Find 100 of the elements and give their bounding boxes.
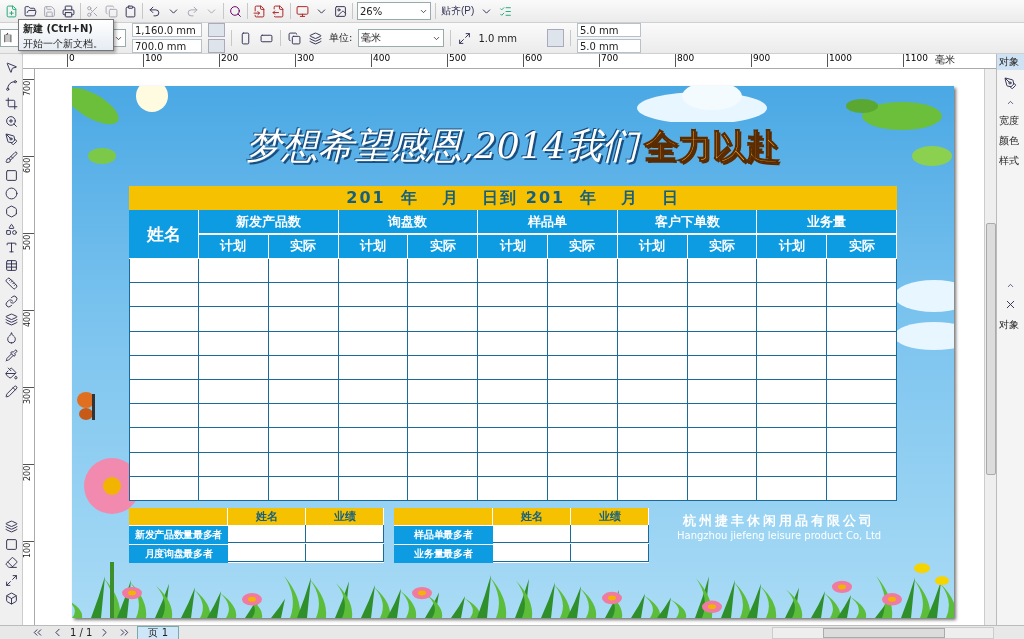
table-cell	[827, 404, 897, 429]
table-cell	[478, 331, 548, 356]
eraser-icon[interactable]	[3, 555, 19, 570]
table-cell	[827, 307, 897, 332]
table-cell	[687, 476, 758, 501]
ruler-label: 0	[67, 54, 143, 67]
width-field[interactable]: 1,160.0 mm	[132, 23, 202, 37]
table-cell	[199, 307, 269, 332]
header-cell: 实际	[548, 234, 618, 259]
table-cell	[338, 404, 409, 429]
height-field[interactable]: 700.0 mm	[132, 39, 202, 53]
page-tab[interactable]: 页 1	[137, 626, 179, 639]
ruler-label: 300	[295, 54, 371, 67]
polygon-icon[interactable]	[3, 204, 19, 219]
ruler-icon[interactable]	[3, 276, 19, 291]
company-english-name: Hangzhou jiefeng leisure product Co, Ltd	[677, 529, 882, 541]
table-cell	[129, 476, 199, 501]
cube-icon[interactable]	[3, 591, 19, 606]
curve-icon[interactable]	[3, 78, 19, 93]
header-cell: 实际	[268, 234, 339, 259]
ruler-label: 500	[23, 236, 32, 250]
table-cell	[548, 452, 618, 477]
table-cell	[827, 452, 897, 477]
table-cell	[268, 452, 339, 477]
table-cell	[757, 379, 828, 405]
property-label: 样式	[998, 154, 1020, 168]
monitor-icon[interactable]	[295, 3, 310, 19]
ruler-label: 1000	[827, 54, 903, 67]
pages-icon[interactable]	[287, 30, 302, 46]
crop-icon[interactable]	[3, 96, 19, 111]
docker-tab[interactable]: 对象	[997, 54, 1024, 70]
import-icon[interactable]	[252, 3, 267, 19]
table-cell	[757, 404, 828, 429]
table-cell	[129, 379, 199, 405]
duplicate-x-field[interactable]: 5.0 mm	[576, 23, 641, 37]
vertical-scrollbar[interactable]	[984, 69, 996, 625]
zoom-dropdown[interactable]: 26%	[357, 2, 431, 20]
fill-icon[interactable]	[3, 366, 19, 381]
frame-icon[interactable]	[3, 537, 19, 552]
table-cell	[199, 428, 269, 453]
table-icon[interactable]	[3, 258, 19, 273]
table-cell	[478, 428, 548, 453]
table-cell	[478, 355, 548, 380]
table-cell	[827, 283, 897, 308]
rectangle-icon[interactable]	[3, 168, 19, 183]
layers-icon[interactable]	[3, 519, 19, 534]
table-cell	[408, 428, 479, 453]
units-dropdown[interactable]: 毫米	[358, 29, 445, 47]
ruler-label: 300	[23, 390, 32, 404]
table-cell	[408, 452, 479, 477]
table-cell	[617, 259, 688, 284]
brush-icon[interactable]	[3, 150, 19, 165]
layers-icon[interactable]	[3, 312, 19, 327]
table-cell	[199, 259, 269, 284]
folder-icon[interactable]	[23, 3, 38, 19]
table-cell	[757, 307, 828, 332]
table-cell	[827, 355, 897, 380]
ruler-label: 400	[23, 313, 32, 327]
table-cell	[408, 331, 479, 356]
snap-dropdown[interactable]: 贴齐(P)	[440, 3, 476, 19]
move-icon[interactable]	[457, 30, 473, 46]
print-icon[interactable]	[61, 3, 76, 19]
table-cell	[757, 259, 828, 284]
header-cell: 计划	[478, 234, 548, 259]
header-cell: 客户下单数	[617, 210, 758, 234]
table-cell	[548, 307, 618, 332]
duplicate-y-field[interactable]: 5.0 mm	[576, 39, 641, 53]
table-cell	[687, 404, 758, 429]
pencil-icon[interactable]	[3, 384, 19, 399]
table-cell	[129, 404, 199, 429]
expand-icon[interactable]	[3, 573, 19, 588]
search-icon[interactable]	[228, 3, 243, 19]
table-cell	[548, 331, 618, 356]
image-icon[interactable]	[333, 3, 348, 19]
table-cell	[478, 404, 548, 429]
zoom-icon[interactable]	[3, 114, 19, 129]
header-cell: 计划	[617, 234, 688, 259]
shapes-icon[interactable]	[3, 222, 19, 237]
ruler-label: 700	[23, 82, 32, 96]
connector-icon[interactable]	[3, 294, 19, 309]
pages-icon[interactable]	[308, 30, 323, 46]
ruler-label: 200	[219, 54, 295, 67]
table-cell	[338, 379, 409, 405]
ruler-label: 400	[371, 54, 447, 67]
header-cell: 姓名	[129, 210, 199, 259]
export-icon[interactable]	[271, 3, 286, 19]
table-cell	[268, 355, 339, 380]
paste-icon[interactable]	[123, 3, 138, 19]
eyedropper-icon[interactable]	[3, 348, 19, 363]
tooltip-description: 开始一个新文档。	[23, 37, 104, 51]
table-cell	[548, 476, 618, 501]
header-cell: 业绩	[306, 507, 384, 525]
horizontal-scrollbar[interactable]	[772, 626, 994, 639]
table-cell	[199, 283, 269, 308]
nudge-field[interactable]: 1.0 mm	[478, 32, 517, 44]
table-cell	[827, 428, 897, 453]
ellipse-icon[interactable]	[3, 186, 19, 201]
pen-icon[interactable]	[3, 132, 19, 147]
table-cell	[757, 476, 828, 501]
ruler-label: 100	[23, 544, 32, 558]
